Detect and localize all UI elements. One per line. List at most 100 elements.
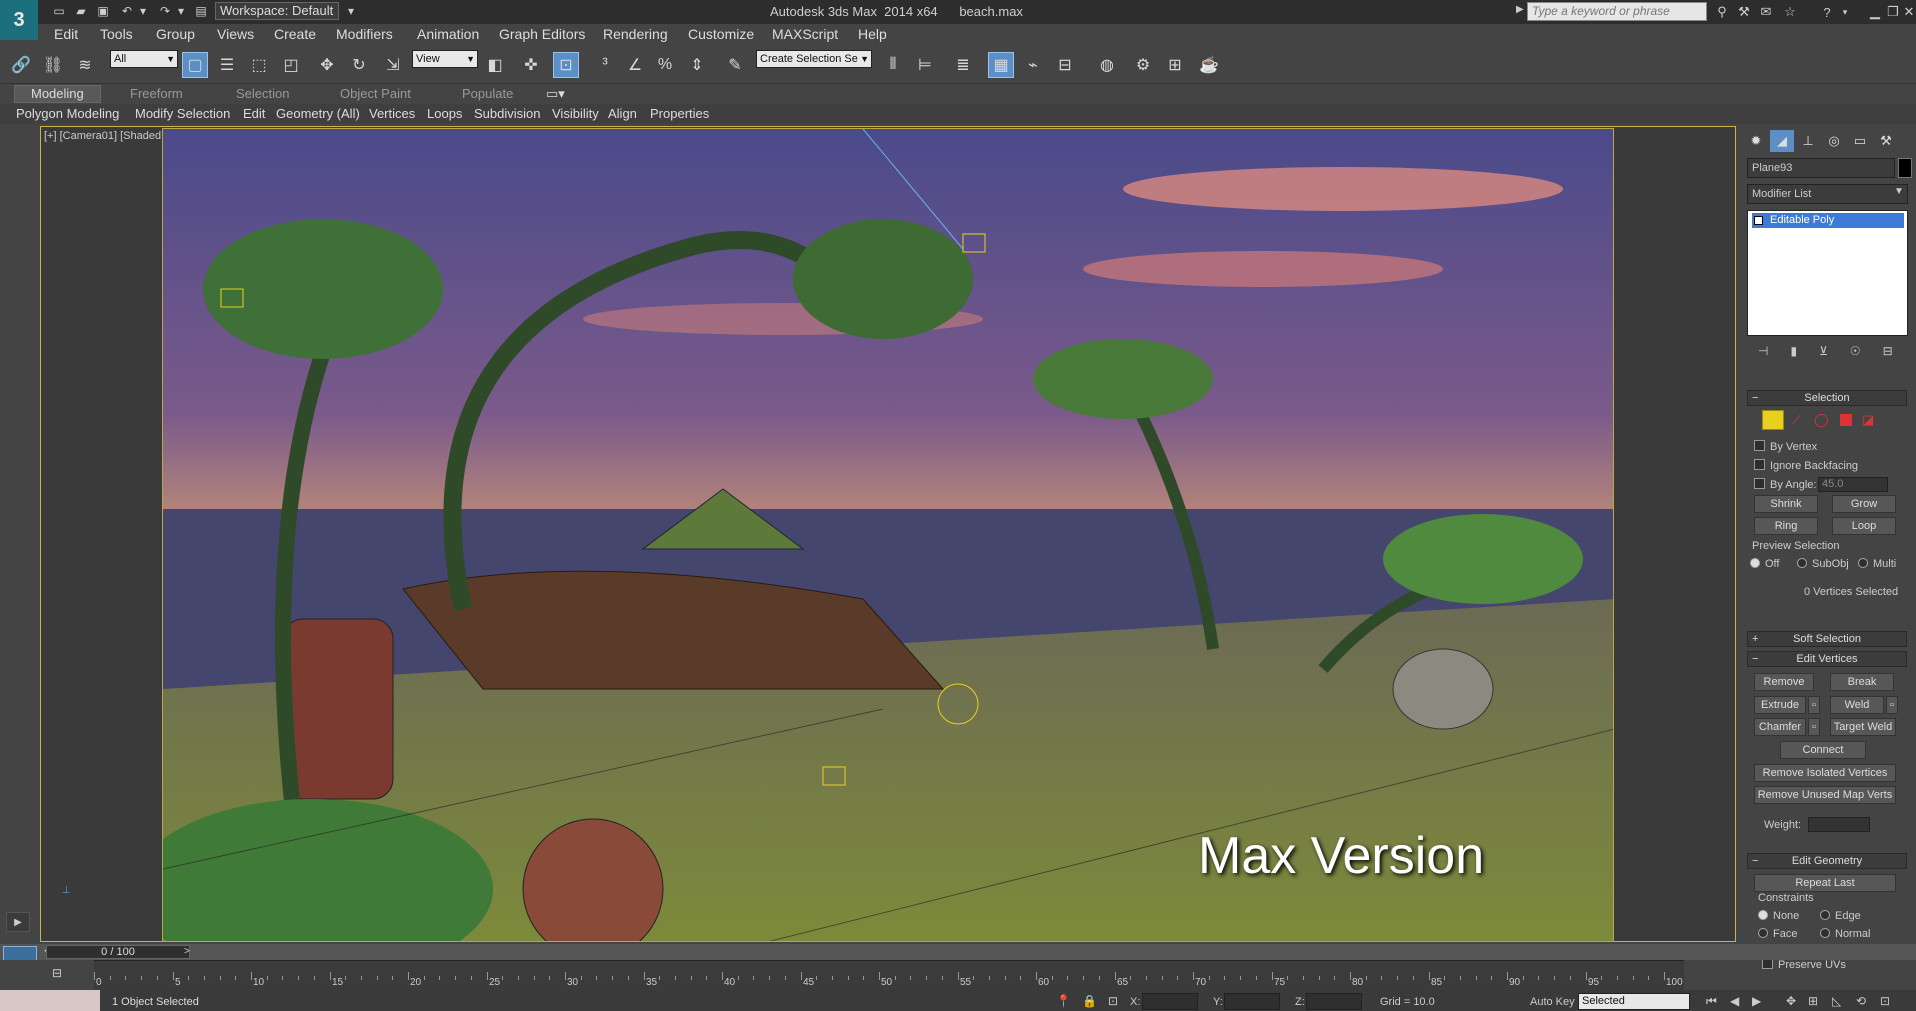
panel-loops[interactable]: Loops <box>427 106 462 121</box>
angle-snap-icon[interactable]: ∠ <box>622 52 648 78</box>
graphite-ribbon-icon[interactable]: ▦ <box>988 52 1014 78</box>
menu-help[interactable]: Help <box>858 26 887 42</box>
weld-settings-icon[interactable]: ▫ <box>1886 696 1898 714</box>
absolute-mode-icon[interactable]: ⊡ <box>1108 994 1118 1008</box>
percent-snap-icon[interactable]: % <box>652 52 678 78</box>
spinner-snap-icon[interactable]: ⇕ <box>684 52 710 78</box>
z-coordinate-field[interactable] <box>1306 993 1362 1010</box>
ribbon-options-icon[interactable]: ▭▾ <box>546 86 565 102</box>
y-coordinate-field[interactable] <box>1224 993 1280 1010</box>
display-tab-icon[interactable]: ▭ <box>1848 130 1872 152</box>
edit-geometry-rollout-header[interactable]: − Edit Geometry <box>1747 853 1907 869</box>
preview-off-radio[interactable]: Off <box>1750 558 1779 570</box>
modifier-list-chevron-icon[interactable]: ▼ <box>1894 186 1904 197</box>
search-expand-icon[interactable]: ▶ <box>1516 4 1524 15</box>
layer-manager-icon[interactable]: ≣ <box>950 52 976 78</box>
new-file-icon[interactable]: ▭ <box>50 2 68 20</box>
favorites-star-icon[interactable]: ☆ <box>1781 3 1799 21</box>
menu-edit[interactable]: Edit <box>54 26 78 42</box>
reference-coordinate-dropdown[interactable]: View <box>412 50 478 68</box>
menu-views[interactable]: Views <box>217 26 254 42</box>
auto-key-button[interactable]: Auto Key <box>1530 996 1575 1008</box>
constraint-none-radio[interactable]: None <box>1758 910 1799 922</box>
remove-unused-map-verts-button[interactable]: Remove Unused Map Verts <box>1754 786 1896 804</box>
menu-animation[interactable]: Animation <box>417 26 479 42</box>
orbit-icon[interactable]: ⟲ <box>1856 994 1866 1008</box>
track-ruler[interactable]: 0 5 10 15 20 25 30 35 40 45 50 55 60 65 70 75 80 85 90 95 10… <box>94 960 1684 990</box>
select-and-link-icon[interactable]: 🔗 <box>8 52 34 78</box>
remove-modifier-icon[interactable]: ☉ <box>1850 344 1861 362</box>
schematic-view-icon[interactable]: ⊟ <box>1052 52 1078 78</box>
panel-geometry-all[interactable]: Geometry (All) <box>276 106 360 121</box>
make-unique-icon[interactable]: ⊻ <box>1819 344 1828 362</box>
motion-tab-icon[interactable]: ◎ <box>1822 130 1846 152</box>
repeat-last-button[interactable]: Repeat Last <box>1754 874 1896 892</box>
vertex-mode-icon[interactable] <box>1762 410 1784 430</box>
field-of-view-icon[interactable]: ◺ <box>1832 994 1841 1008</box>
weld-button[interactable]: Weld <box>1830 696 1884 714</box>
extrude-button[interactable]: Extrude <box>1754 696 1806 714</box>
create-tab-icon[interactable]: ✹ <box>1744 130 1768 152</box>
help-icon[interactable]: ? <box>1818 3 1836 21</box>
menu-graph-editors[interactable]: Graph Editors <box>499 26 585 42</box>
shrink-button[interactable]: Shrink <box>1754 495 1818 513</box>
workspace-chevron-icon[interactable]: ▾ <box>342 2 360 20</box>
selection-rollout-header[interactable]: − Selection <box>1747 390 1907 406</box>
undo-dropdown-icon[interactable]: ▾ <box>134 2 152 20</box>
border-mode-icon[interactable]: ◯ <box>1814 412 1829 428</box>
help-dropdown-icon[interactable]: ▾ <box>1836 3 1854 21</box>
tab-populate[interactable]: Populate <box>462 86 513 101</box>
ignore-backfacing-checkbox[interactable]: Ignore Backfacing <box>1754 459 1858 472</box>
maximize-viewport-icon[interactable]: ⊡ <box>1880 994 1890 1008</box>
subscription-icon[interactable]: ⚒ <box>1735 3 1753 21</box>
tab-freeform[interactable]: Freeform <box>130 86 183 101</box>
modifier-list-dropdown[interactable]: Modifier List <box>1747 184 1908 204</box>
snaps-toggle-icon[interactable]: ³ <box>592 52 618 78</box>
panel-polygon-modeling[interactable]: Polygon Modeling <box>16 106 119 121</box>
panel-visibility[interactable]: Visibility <box>552 106 599 121</box>
manipulate-icon[interactable]: ✜ <box>518 52 544 78</box>
edit-vertices-rollout-header[interactable]: − Edit Vertices <box>1747 651 1907 667</box>
remove-button[interactable]: Remove <box>1754 673 1814 691</box>
menu-maxscript[interactable]: MAXScript <box>772 26 838 42</box>
pin-stack-icon[interactable]: ⊣ <box>1758 344 1768 362</box>
select-by-name-icon[interactable]: ☰ <box>214 52 240 78</box>
app-logo-icon[interactable]: 3 <box>0 0 38 40</box>
go-to-start-icon[interactable]: ⏮ <box>1706 994 1717 1009</box>
time-slider[interactable]: 0 / 100 <box>46 945 190 959</box>
material-editor-icon[interactable]: ◍ <box>1094 52 1120 78</box>
render-production-icon[interactable]: ☕ <box>1196 52 1222 78</box>
ring-button[interactable]: Ring <box>1754 517 1818 535</box>
element-mode-icon[interactable]: ◪ <box>1862 412 1874 428</box>
zoom-extents-icon[interactable]: ⊞ <box>1808 994 1818 1008</box>
hierarchy-tab-icon[interactable]: ⊥ <box>1796 130 1820 152</box>
menu-group[interactable]: Group <box>156 26 195 42</box>
edge-mode-icon[interactable]: ⟋ <box>1792 412 1801 428</box>
project-folder-icon[interactable]: ▤ <box>192 2 210 20</box>
constraint-edge-radio[interactable]: Edge <box>1820 910 1861 922</box>
edit-named-selection-icon[interactable]: ✎ <box>722 52 748 78</box>
grow-button[interactable]: Grow <box>1832 495 1896 513</box>
configure-sets-icon[interactable]: ⊟ <box>1883 344 1893 362</box>
modify-tab-icon[interactable]: ◢ <box>1770 130 1794 152</box>
selection-filter-dropdown[interactable]: All <box>110 50 178 68</box>
time-next-icon[interactable]: > <box>184 946 190 957</box>
key-mode-dropdown[interactable]: Selected <box>1578 993 1690 1010</box>
maxscript-listener[interactable] <box>0 990 100 1011</box>
redo-dropdown-icon[interactable]: ▾ <box>172 2 190 20</box>
curve-editor-toggle-icon[interactable]: ⊟ <box>52 966 62 980</box>
select-object-icon[interactable]: ▢ <box>182 52 208 78</box>
binoculars-icon[interactable]: ⚲ <box>1713 3 1731 21</box>
tab-object-paint[interactable]: Object Paint <box>340 86 411 101</box>
workspace-dropdown[interactable]: Workspace: Default <box>215 2 339 20</box>
object-color-swatch[interactable] <box>1898 158 1912 178</box>
mirror-icon[interactable]: ⫴ <box>880 52 906 78</box>
target-weld-button[interactable]: Target Weld <box>1830 718 1896 736</box>
polygon-mode-icon[interactable] <box>1840 414 1852 426</box>
move-icon[interactable]: ✥ <box>314 52 340 78</box>
panel-subdivision[interactable]: Subdivision <box>474 106 541 121</box>
by-vertex-checkbox[interactable]: By Vertex <box>1754 440 1817 453</box>
preview-subobj-radio[interactable]: SubObj <box>1797 558 1849 570</box>
named-selection-dropdown[interactable]: Create Selection Se <box>756 50 872 68</box>
unlink-icon[interactable]: ⛓ <box>40 52 66 78</box>
